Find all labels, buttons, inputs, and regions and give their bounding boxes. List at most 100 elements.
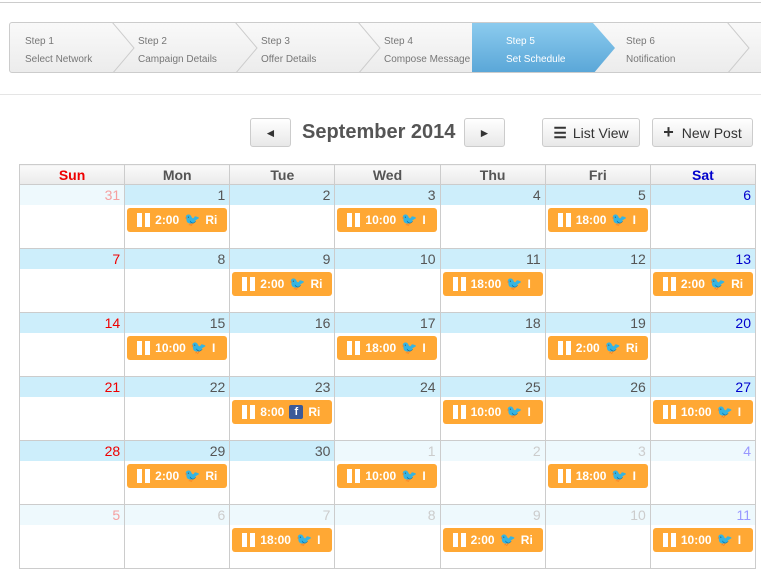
pause-icon[interactable]: [347, 469, 361, 483]
pause-icon[interactable]: [452, 277, 466, 291]
pause-icon[interactable]: [662, 533, 676, 547]
wizard-step-2[interactable]: Step 2 Campaign Details: [123, 23, 258, 72]
pause-icon[interactable]: [347, 213, 361, 227]
day-cell[interactable]: 22: [124, 376, 231, 441]
scheduled-post[interactable]: 2:00 🐦 Ri: [442, 528, 543, 552]
scheduled-post[interactable]: 8:00 f Ri: [232, 400, 333, 424]
day-cell[interactable]: 3 10:00 🐦 I: [334, 184, 441, 249]
right-arrow-icon: ►: [478, 125, 491, 140]
scheduled-post[interactable]: 10:00 🐦 I: [337, 464, 438, 488]
pause-icon[interactable]: [242, 405, 256, 419]
scheduled-post[interactable]: 10:00 🐦 I: [337, 208, 438, 232]
scheduled-post[interactable]: 10:00 🐦 I: [127, 336, 228, 360]
pause-icon[interactable]: [242, 533, 256, 547]
day-cell[interactable]: 13 2:00 🐦 Ri: [649, 248, 757, 313]
new-post-button[interactable]: + New Post: [652, 118, 753, 147]
day-cell[interactable]: 31: [18, 184, 126, 249]
day-cell[interactable]: 26: [544, 376, 651, 441]
day-cell[interactable]: 6: [124, 504, 231, 569]
scheduled-post[interactable]: 2:00 🐦 Ri: [127, 464, 228, 488]
day-cell[interactable]: 6: [649, 184, 757, 249]
day-cell[interactable]: 10: [544, 504, 651, 569]
day-cell[interactable]: 10: [334, 248, 441, 313]
pause-icon[interactable]: [137, 469, 151, 483]
pause-icon[interactable]: [557, 469, 571, 483]
day-cell[interactable]: 9 2:00 🐦 Ri: [439, 504, 546, 569]
pause-icon[interactable]: [137, 213, 151, 227]
list-view-button[interactable]: ☰ List View: [542, 118, 640, 147]
day-cell[interactable]: 11 18:00 🐦 I: [439, 248, 546, 313]
post-time: 18:00: [260, 533, 291, 547]
scheduled-post[interactable]: 2:00 🐦 Ri: [232, 272, 333, 296]
scheduled-post[interactable]: 2:00 🐦 Ri: [547, 336, 648, 360]
week-row: 14 15 10:00 🐦 I 16 17 18:00 🐦 I 18 19 2:00 🐦 Ri 20: [18, 312, 757, 377]
pause-icon[interactable]: [242, 277, 256, 291]
wizard-step-3[interactable]: Step 3 Offer Details: [246, 23, 381, 72]
scheduled-post[interactable]: 10:00 🐦 I: [652, 400, 753, 424]
wizard-step-6[interactable]: Step 6 Notification: [615, 23, 750, 72]
pause-icon[interactable]: [452, 533, 466, 547]
day-cell[interactable]: 28: [18, 440, 126, 505]
pause-icon[interactable]: [557, 213, 571, 227]
pause-icon[interactable]: [452, 405, 466, 419]
prev-month-button[interactable]: ◄: [250, 118, 291, 147]
post-text: Ri: [310, 277, 323, 291]
list-view-label: List View: [572, 124, 629, 141]
scheduled-post[interactable]: 18:00 🐦 I: [547, 464, 648, 488]
pause-icon[interactable]: [662, 405, 676, 419]
day-cell[interactable]: 2: [439, 440, 546, 505]
scheduled-post[interactable]: 18:00 🐦 I: [232, 528, 333, 552]
day-cell[interactable]: 5 18:00 🐦 I: [544, 184, 651, 249]
day-cell[interactable]: 3 18:00 🐦 I: [544, 440, 651, 505]
day-cell[interactable]: 9 2:00 🐦 Ri: [229, 248, 336, 313]
pause-icon[interactable]: [137, 341, 151, 355]
scheduled-post[interactable]: 18:00 🐦 I: [337, 336, 438, 360]
calendar-grid: Sun Mon Tue Wed Thu Fri Sat 31 1 2:00 🐦 Ri 2 3 10:00 🐦 I…: [18, 164, 757, 569]
next-month-button[interactable]: ►: [464, 118, 505, 147]
step-label: Offer Details: [261, 54, 317, 65]
day-cell[interactable]: 27 10:00 🐦 I: [649, 376, 757, 441]
scheduled-post[interactable]: 10:00 🐦 I: [652, 528, 753, 552]
day-number: 6: [650, 185, 755, 205]
day-cell[interactable]: 17 18:00 🐦 I: [334, 312, 441, 377]
post-text: I: [527, 405, 531, 419]
wizard-step-1[interactable]: Step 1 Select Network: [10, 23, 135, 72]
day-cell[interactable]: 18: [439, 312, 546, 377]
scheduled-post[interactable]: 2:00 🐦 Ri: [127, 208, 228, 232]
day-cell[interactable]: 5: [18, 504, 126, 569]
day-number: 25: [440, 377, 545, 397]
day-cell[interactable]: 19 2:00 🐦 Ri: [544, 312, 651, 377]
day-header-sat: Sat: [649, 164, 757, 185]
week-row: 21 22 23 8:00 f Ri 24 25 10:00 🐦 I 26 27 10:00 🐦 I: [18, 376, 757, 441]
pause-icon[interactable]: [557, 341, 571, 355]
pause-icon[interactable]: [347, 341, 361, 355]
list-icon: ☰: [553, 124, 567, 142]
day-cell[interactable]: 4: [439, 184, 546, 249]
wizard-step-5[interactable]: Step 5 Set Schedule: [472, 23, 615, 72]
day-cell[interactable]: 23 8:00 f Ri: [229, 376, 336, 441]
scheduled-post[interactable]: 18:00 🐦 I: [547, 208, 648, 232]
day-cell[interactable]: 4: [649, 440, 757, 505]
scheduled-post[interactable]: 18:00 🐦 I: [442, 272, 543, 296]
day-cell[interactable]: 1 2:00 🐦 Ri: [124, 184, 231, 249]
day-cell[interactable]: 21: [18, 376, 126, 441]
day-cell[interactable]: 11 10:00 🐦 I: [649, 504, 757, 569]
scheduled-post[interactable]: 10:00 🐦 I: [442, 400, 543, 424]
day-cell[interactable]: 25 10:00 🐦 I: [439, 376, 546, 441]
day-cell[interactable]: 20: [649, 312, 757, 377]
day-cell[interactable]: 7 18:00 🐦 I: [229, 504, 336, 569]
day-cell[interactable]: 8: [334, 504, 441, 569]
day-cell[interactable]: 7: [18, 248, 126, 313]
day-cell[interactable]: 12: [544, 248, 651, 313]
day-cell[interactable]: 30: [229, 440, 336, 505]
day-cell[interactable]: 8: [124, 248, 231, 313]
pause-icon[interactable]: [662, 277, 676, 291]
day-cell[interactable]: 2: [229, 184, 336, 249]
day-cell[interactable]: 15 10:00 🐦 I: [124, 312, 231, 377]
day-cell[interactable]: 1 10:00 🐦 I: [334, 440, 441, 505]
day-cell[interactable]: 24: [334, 376, 441, 441]
scheduled-post[interactable]: 2:00 🐦 Ri: [652, 272, 753, 296]
day-cell[interactable]: 16: [229, 312, 336, 377]
day-cell[interactable]: 29 2:00 🐦 Ri: [124, 440, 231, 505]
day-cell[interactable]: 14: [18, 312, 126, 377]
